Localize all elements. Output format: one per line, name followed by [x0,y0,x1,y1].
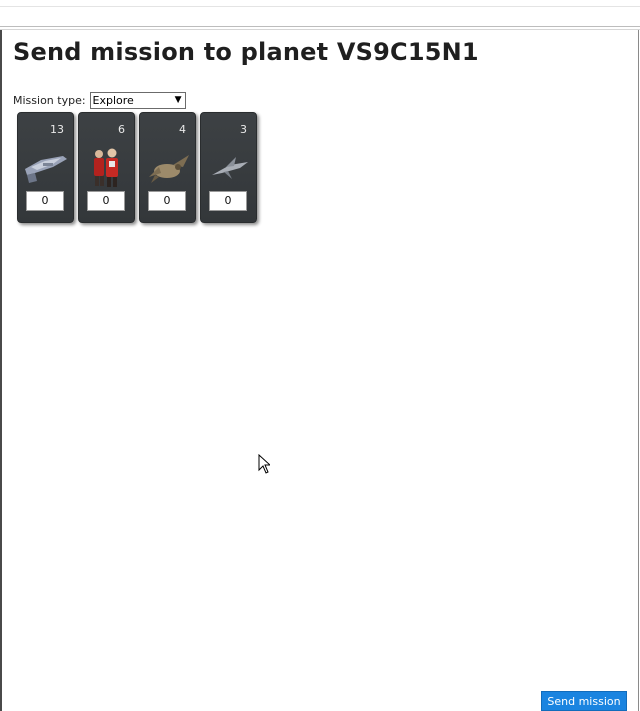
unit-count: 6 [118,123,125,136]
unit-list: 13 0 6 0 4 0 3 0 [17,112,261,223]
unit-amount-input[interactable]: 0 [209,191,247,211]
crew-icon [94,148,118,187]
strip-divider [0,6,640,7]
mission-type-row: Mission type: Explore ▼ [13,92,186,109]
unit-count: 4 [179,123,186,136]
beast-icon [149,155,189,183]
strip-divider [0,26,640,27]
unit-amount-input[interactable]: 0 [87,191,125,211]
mouse-cursor-icon [258,454,270,474]
dropdown-arrow-icon: ▼ [174,95,182,105]
unit-card: 4 0 [139,112,196,223]
unit-card: 13 0 [17,112,74,223]
unit-amount-input[interactable]: 0 [148,191,186,211]
unit-count: 13 [50,123,64,136]
page-title: Send mission to planet VS9C15N1 [13,38,479,66]
mission-type-value: Explore [92,94,134,107]
mission-type-label: Mission type: [13,94,86,107]
unit-amount-input[interactable]: 0 [26,191,64,211]
mission-panel: Send mission to planet VS9C15N1 Mission … [0,30,639,711]
unit-count: 3 [240,123,247,136]
mission-type-select[interactable]: Explore ▼ [89,92,186,109]
unit-card: 3 0 [200,112,257,223]
send-mission-button[interactable]: Send mission [541,691,627,711]
fighter-icon [212,157,248,179]
battleship-icon [25,156,67,183]
unit-card: 6 0 [78,112,135,223]
browser-top-strip [0,0,640,30]
